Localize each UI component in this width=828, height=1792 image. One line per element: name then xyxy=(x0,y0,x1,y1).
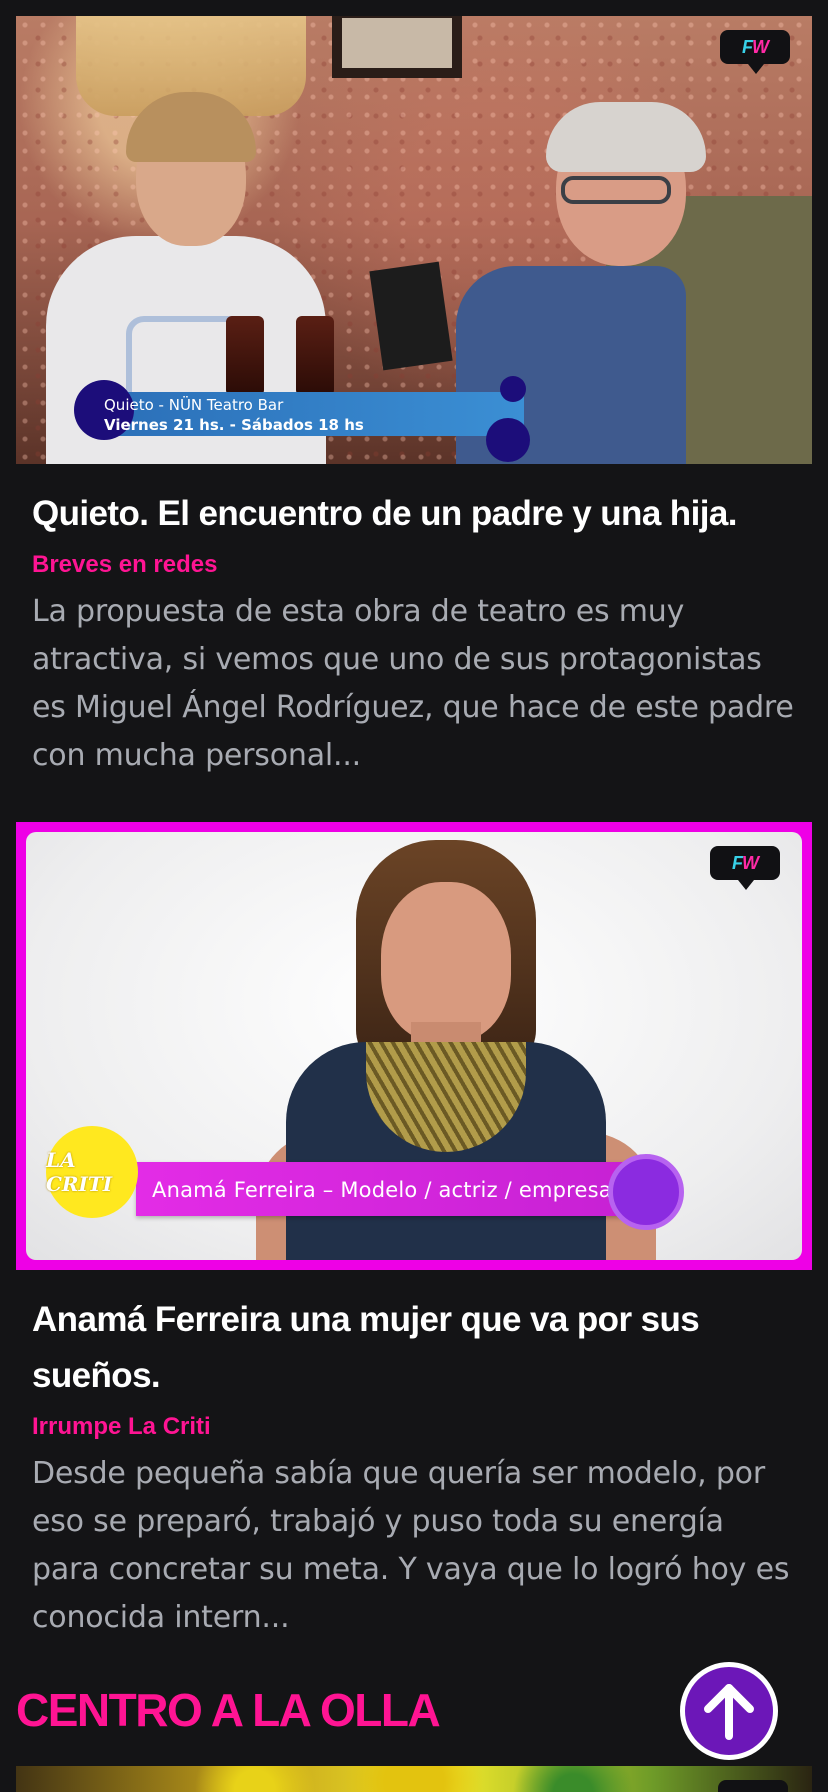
article-excerpt: La propuesta de esta obra de teatro es m… xyxy=(32,594,794,773)
actor-glasses xyxy=(561,176,671,204)
scroll-to-top-button[interactable] xyxy=(680,1662,778,1760)
video-lower-third: Quieto - NÜN Teatro Bar Viernes 21 hs. -… xyxy=(74,376,530,462)
actor-hair xyxy=(546,102,706,172)
page: Quieto - NÜN Teatro Bar Viernes 21 hs. -… xyxy=(0,0,828,1792)
lower-third-dot xyxy=(500,376,526,402)
model-face xyxy=(381,882,511,1042)
overlay-title: Quieto - NÜN Teatro Bar xyxy=(104,396,284,414)
actress-hair xyxy=(126,92,256,162)
badge-letter-w: W xyxy=(752,36,769,57)
article-title[interactable]: Quieto. El encuentro de un padre y una h… xyxy=(32,486,796,542)
actor-figure xyxy=(456,102,812,464)
la-criti-logo-text: LA CRITI xyxy=(46,1148,113,1196)
badge-letter-f: F xyxy=(732,852,743,873)
badge-letter-f: F xyxy=(742,36,753,57)
fw-logo-icon: FW xyxy=(720,30,790,74)
la-criti-logo: LA CRITI xyxy=(46,1126,138,1218)
thumbnail-frame: Anamá Ferreira – Modelo / actriz / empre… xyxy=(26,832,802,1260)
overlay-caption: Anamá Ferreira – Modelo / actriz / empre… xyxy=(152,1178,640,1202)
article-category-link[interactable]: Irrumpe La Criti xyxy=(32,1412,796,1442)
article-thumbnail[interactable]: Quieto - NÜN Teatro Bar Viernes 21 hs. -… xyxy=(16,16,812,464)
overlay-schedule: Viernes 21 hs. - Sábados 18 hs xyxy=(104,416,364,434)
article-card[interactable]: Anamá Ferreira – Modelo / actriz / empre… xyxy=(0,822,828,1642)
article-excerpt: Desde pequeña sabía que quería ser model… xyxy=(32,1456,790,1635)
badge-letter-w: W xyxy=(742,852,759,873)
fw-logo-icon: FW xyxy=(710,846,780,890)
fw-logo-icon xyxy=(718,1780,788,1792)
article-card[interactable]: Quieto - NÜN Teatro Bar Viernes 21 hs. -… xyxy=(0,16,828,780)
article-title[interactable]: Anamá Ferreira una mujer que va por sus … xyxy=(32,1292,796,1404)
lower-third-circle xyxy=(608,1154,684,1230)
lower-third-dot xyxy=(486,418,530,462)
tablet-device xyxy=(369,261,453,371)
article-thumbnail[interactable]: Anamá Ferreira – Modelo / actriz / empre… xyxy=(16,822,812,1270)
picture-frame xyxy=(332,16,462,78)
next-article-thumbnail[interactable] xyxy=(16,1766,812,1792)
article-category-link[interactable]: Breves en redes xyxy=(32,550,796,580)
arrow-up-icon xyxy=(704,1684,754,1740)
section-heading: CENTRO A LA OLLA xyxy=(16,1684,441,1736)
